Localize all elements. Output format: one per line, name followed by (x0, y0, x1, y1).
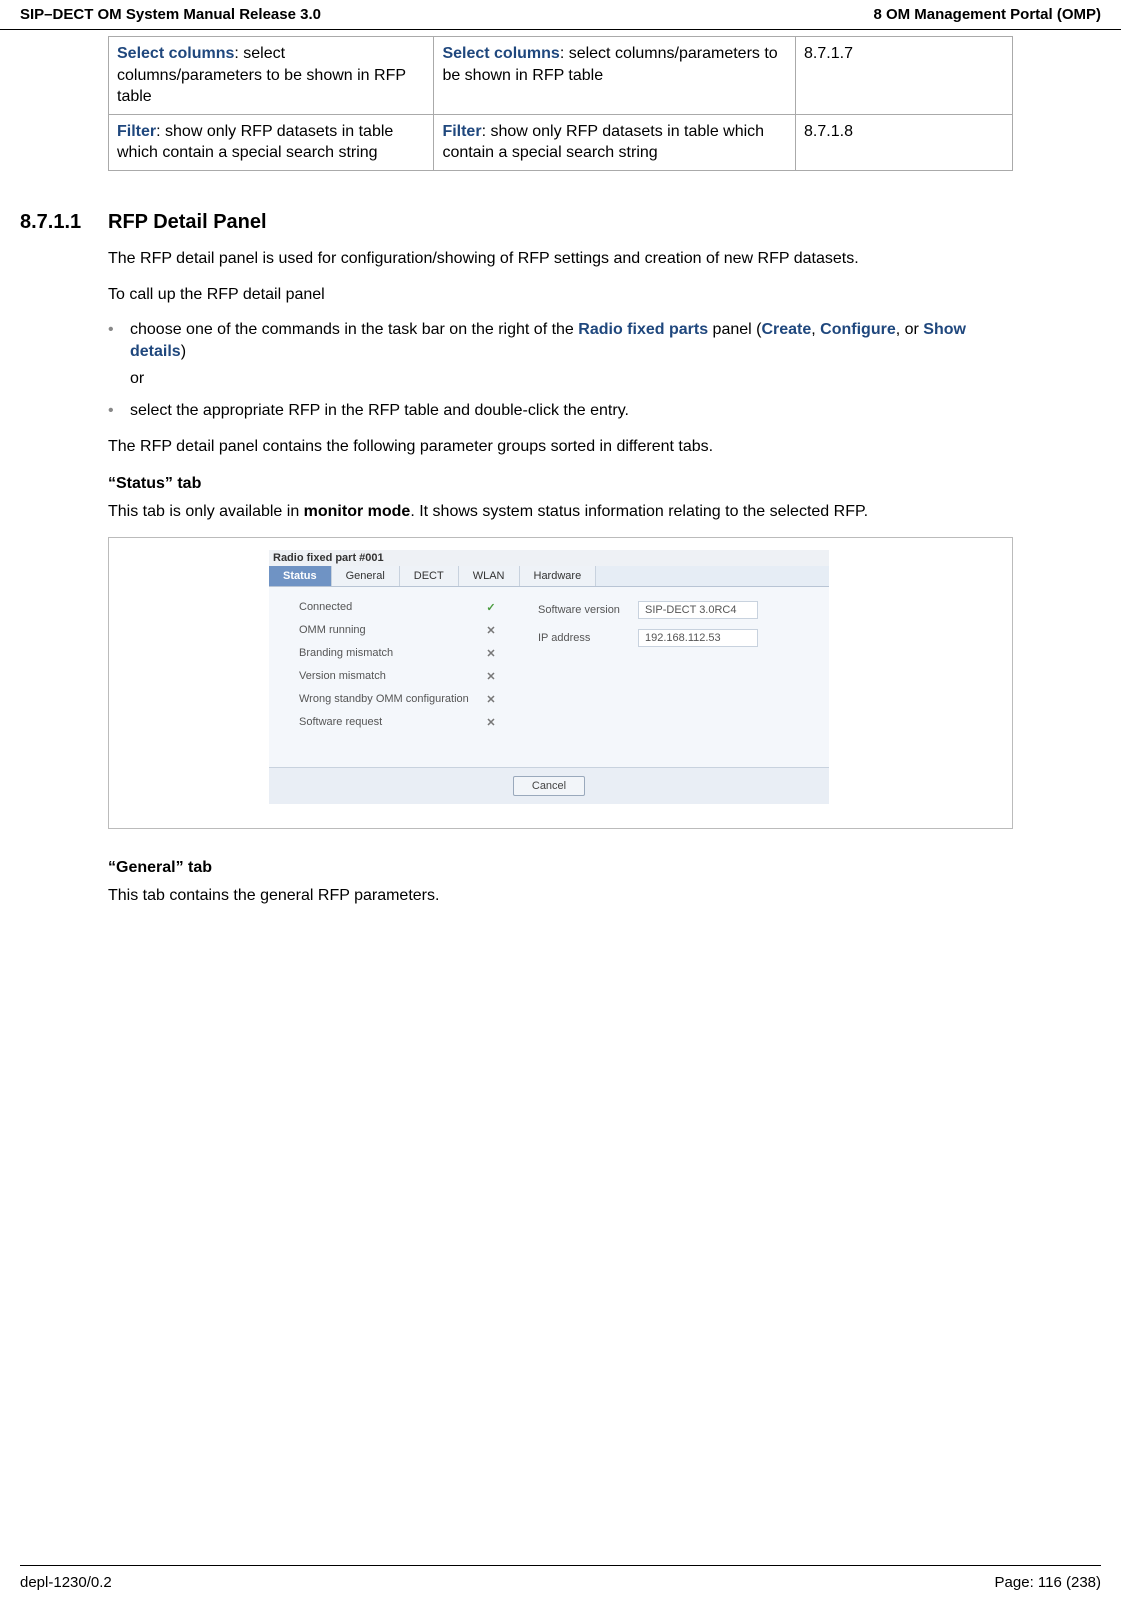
status-label: OMM running (299, 624, 484, 636)
tab-wlan[interactable]: WLAN (459, 566, 520, 586)
subsection-heading: “General” tab (108, 859, 1013, 877)
commands-table: Select columns: select columns/parameter… (108, 36, 1013, 171)
list-item-or: or (130, 368, 1013, 390)
status-left-column: Connected✓ OMM running✕ Branding mismatc… (299, 601, 498, 739)
cmd-ref: 8.7.1.7 (796, 37, 1013, 115)
tab-status[interactable]: Status (269, 566, 332, 586)
tab-dect[interactable]: DECT (400, 566, 459, 586)
header-left: SIP–DECT OM System Manual Release 3.0 (20, 6, 321, 23)
status-row: Wrong standby OMM configuration✕ (299, 693, 498, 706)
footer-left: depl-1230/0.2 (20, 1574, 112, 1591)
panel-tabs: Status General DECT WLAN Hardware (269, 566, 829, 587)
paragraph: The RFP detail panel is used for configu… (108, 248, 1013, 270)
cmd-desc: : show only RFP datasets in table which … (117, 123, 393, 162)
tab-hardware[interactable]: Hardware (520, 566, 597, 586)
page-header: SIP–DECT OM System Manual Release 3.0 8 … (0, 0, 1121, 30)
rfp-detail-panel: Radio fixed part #001 Status General DEC… (269, 550, 829, 804)
list-item: select the appropriate RFP in the RFP ta… (108, 400, 1013, 422)
status-value: 192.168.112.53 (638, 629, 758, 647)
status-row: IP address192.168.112.53 (538, 629, 758, 647)
bullet-list: choose one of the commands in the task b… (108, 319, 1013, 421)
cross-icon: ✕ (484, 647, 498, 660)
cmd-ref: 8.7.1.8 (796, 114, 1013, 170)
panel-footer: Cancel (269, 767, 829, 804)
status-row: Connected✓ (299, 601, 498, 614)
status-row: Software versionSIP-DECT 3.0RC4 (538, 601, 758, 619)
keyword: Configure (820, 321, 896, 338)
section-title: RFP Detail Panel (108, 211, 267, 233)
panel-title: Radio fixed part #001 (269, 550, 829, 566)
paragraph: The RFP detail panel contains the follow… (108, 436, 1013, 458)
status-value: SIP-DECT 3.0RC4 (638, 601, 758, 619)
status-row: Version mismatch✕ (299, 670, 498, 683)
cross-icon: ✕ (484, 670, 498, 683)
cmd-keyword: Select columns (117, 45, 234, 62)
status-row: Software request✕ (299, 716, 498, 729)
status-label: Wrong standby OMM configuration (299, 693, 484, 705)
keyword: Radio fixed parts (578, 321, 708, 338)
section-heading: 8.7.1.1RFP Detail Panel (20, 211, 1013, 234)
footer-right: Page: 116 (238) (995, 1574, 1101, 1591)
table-row: Select columns: select columns/parameter… (109, 37, 1013, 115)
list-item: choose one of the commands in the task b… (108, 319, 1013, 390)
status-right-column: Software versionSIP-DECT 3.0RC4 IP addre… (538, 601, 758, 739)
paragraph: To call up the RFP detail panel (108, 284, 1013, 306)
cmd-keyword: Select columns (442, 45, 559, 62)
status-label: Version mismatch (299, 670, 484, 682)
keyword: Create (761, 321, 811, 338)
status-label: Software request (299, 716, 484, 728)
status-row: OMM running✕ (299, 624, 498, 637)
status-row: Branding mismatch✕ (299, 647, 498, 660)
subsection-heading: “Status” tab (108, 475, 1013, 493)
cancel-button[interactable]: Cancel (513, 776, 585, 796)
panel-body: Connected✓ OMM running✕ Branding mismatc… (269, 587, 829, 767)
cross-icon: ✕ (484, 624, 498, 637)
status-label: IP address (538, 632, 638, 644)
cross-icon: ✕ (484, 716, 498, 729)
check-icon: ✓ (484, 601, 498, 614)
cross-icon: ✕ (484, 693, 498, 706)
section-number: 8.7.1.1 (20, 211, 108, 234)
screenshot-figure: Radio fixed part #001 Status General DEC… (108, 537, 1013, 829)
status-label: Branding mismatch (299, 647, 484, 659)
paragraph: This tab is only available in monitor mo… (108, 501, 1013, 523)
header-right: 8 OM Management Portal (OMP) (873, 6, 1101, 23)
status-label: Software version (538, 604, 638, 616)
emphasis: monitor mode (304, 503, 411, 520)
cmd-keyword: Filter (117, 123, 156, 140)
cmd-keyword: Filter (442, 123, 481, 140)
tab-general[interactable]: General (332, 566, 400, 586)
status-label: Connected (299, 601, 484, 613)
page-footer: depl-1230/0.2 Page: 116 (238) (20, 1565, 1101, 1591)
paragraph: This tab contains the general RFP parame… (108, 885, 1013, 907)
table-row: Filter: show only RFP datasets in table … (109, 114, 1013, 170)
cmd-desc: : show only RFP datasets in table which … (442, 123, 764, 162)
